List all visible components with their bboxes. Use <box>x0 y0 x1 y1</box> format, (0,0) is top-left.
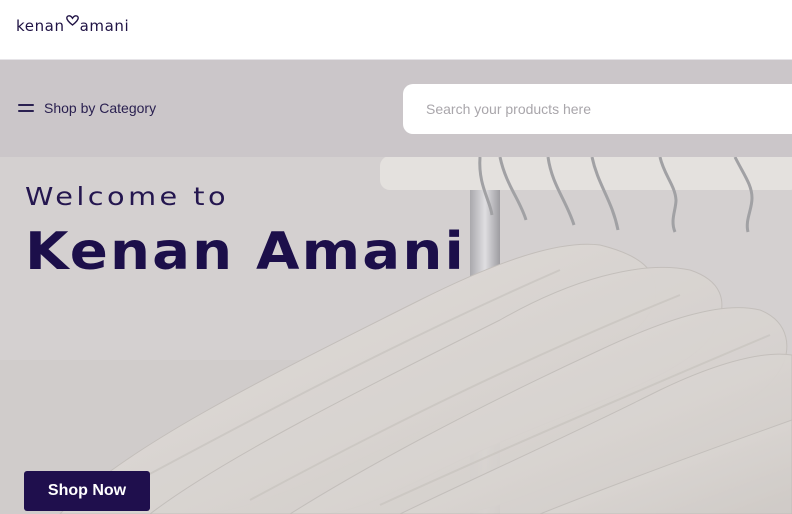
shop-by-category-label: Shop by Category <box>44 100 157 116</box>
hero-banner: Shop by Category Welcome to Kenan Amani … <box>0 60 792 514</box>
heart-icon <box>65 14 79 29</box>
hero-welcome-text: Welcome to <box>25 182 230 211</box>
brand-logo[interactable]: kenan amani <box>16 10 129 34</box>
logo-text-left: kenan <box>16 17 65 35</box>
hero-title: Kenan Amani <box>25 222 466 282</box>
search-box[interactable] <box>403 84 792 134</box>
search-input[interactable] <box>426 101 766 117</box>
shop-by-category-button[interactable]: Shop by Category <box>18 100 156 116</box>
shop-now-button[interactable]: Shop Now <box>24 471 150 511</box>
hamburger-menu-icon <box>18 104 34 112</box>
site-header: kenan amani <box>0 0 792 60</box>
logo-text-right: amani <box>79 17 130 35</box>
category-search-bar: Shop by Category <box>0 60 792 157</box>
